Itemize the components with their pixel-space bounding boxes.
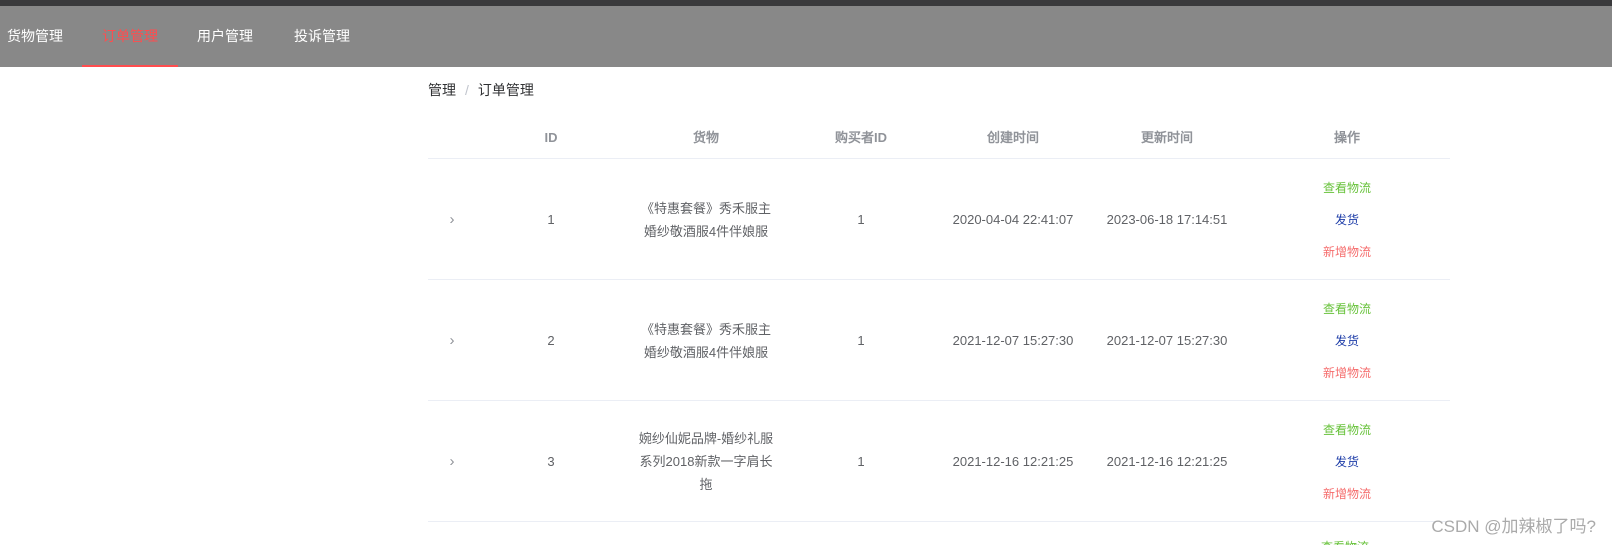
table-row-partial: 查看物流 [428,522,1450,545]
add-logistics-button[interactable]: 新增物流 [1323,236,1371,268]
add-logistics-button[interactable]: 新增物流 [1323,478,1371,510]
nav-item-complaints[interactable]: 投诉管理 [294,6,350,67]
buyer-id: 1 [857,333,865,348]
buyer-id: 1 [857,454,865,469]
view-logistics-button[interactable]: 查看物流 [1321,538,1369,545]
breadcrumb-current: 订单管理 [477,82,534,98]
breadcrumb: 管理 / 订单管理 [428,80,534,100]
table-row: › 2 《特惠套餐》秀禾服主婚纱敬酒服4件伴娘服 1 2021-12-07 15… [428,280,1450,401]
column-header-goods: 货物 [692,130,719,145]
order-id: 1 [547,212,555,227]
updated-time: 2021-12-07 15:27:30 [1106,333,1228,348]
table-header: ID 货物 购买者ID 创建时间 更新时间 操作 [428,116,1450,159]
created-time: 2021-12-07 15:27:30 [952,333,1074,348]
view-logistics-button[interactable]: 查看物流 [1323,414,1371,446]
column-header-buyer-id: 购买者ID [834,130,887,145]
ship-button[interactable]: 发货 [1335,446,1359,478]
updated-time: 2021-12-16 12:21:25 [1106,454,1228,469]
watermark: CSDN @加辣椒了吗? [1431,517,1596,536]
orders-table: ID 货物 购买者ID 创建时间 更新时间 操作 › 1 《特惠套餐》秀禾服主婚… [428,116,1450,545]
expand-chevron-icon[interactable]: › [450,453,455,470]
buyer-id: 1 [857,212,865,227]
order-id: 3 [547,454,555,469]
breadcrumb-root[interactable]: 管理 [428,82,456,98]
created-time: 2020-04-04 22:41:07 [952,212,1074,227]
view-logistics-button[interactable]: 查看物流 [1323,293,1371,325]
goods-name: 《特惠套餐》秀禾服主婚纱敬酒服4件伴娘服 [640,321,771,360]
top-nav-bar: 货物管理 订单管理 用户管理 投诉管理 [0,6,1612,67]
nav-item-orders[interactable]: 订单管理 [82,6,178,67]
expand-chevron-icon[interactable]: › [450,332,455,349]
column-header-created: 创建时间 [986,130,1039,145]
ship-button[interactable]: 发货 [1335,204,1359,236]
column-header-actions: 操作 [1333,130,1360,145]
breadcrumb-separator: / [465,82,469,98]
table-row: › 1 《特惠套餐》秀禾服主婚纱敬酒服4件伴娘服 1 2020-04-04 22… [428,159,1450,280]
column-header-id: ID [544,130,558,145]
goods-name: 《特惠套餐》秀禾服主婚纱敬酒服4件伴娘服 [640,200,771,239]
order-id: 2 [547,333,555,348]
table-row: › 3 婉纱仙妮品牌-婚纱礼服系列2018新款一字肩长拖 1 2021-12-1… [428,401,1450,522]
view-logistics-button[interactable]: 查看物流 [1323,172,1371,204]
created-time: 2021-12-16 12:21:25 [952,454,1074,469]
updated-time: 2023-06-18 17:14:51 [1106,212,1228,227]
expand-chevron-icon[interactable]: › [450,211,455,228]
nav-item-goods[interactable]: 货物管理 [7,6,63,67]
add-logistics-button[interactable]: 新增物流 [1323,357,1371,389]
nav-item-users[interactable]: 用户管理 [197,6,253,67]
goods-name: 婉纱仙妮品牌-婚纱礼服系列2018新款一字肩长拖 [638,431,774,492]
ship-button[interactable]: 发货 [1335,325,1359,357]
column-header-updated: 更新时间 [1140,130,1193,145]
